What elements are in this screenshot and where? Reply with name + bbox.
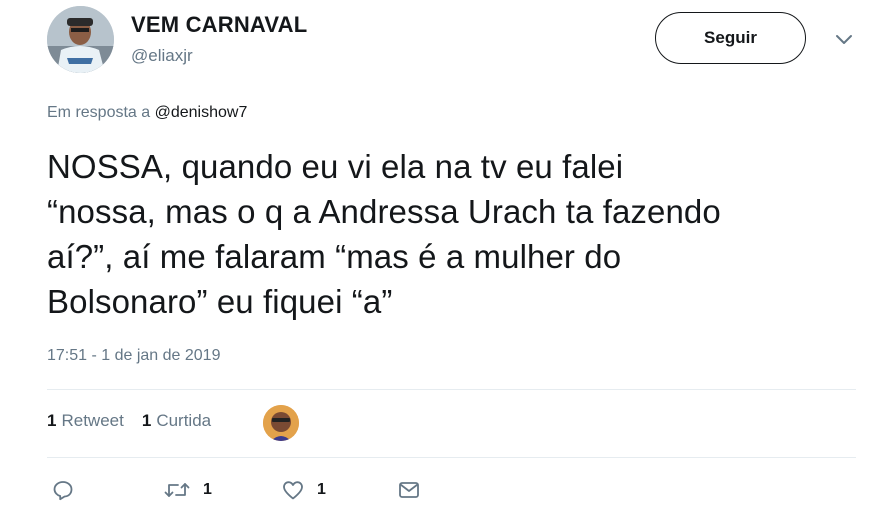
likes-stat[interactable]: 1 Curtida [142,411,211,431]
liker-avatar[interactable] [263,405,299,441]
author-avatar[interactable] [47,6,114,73]
tweet-text-line: aí?”, aí me falaram “mas é a mulher do [47,238,622,275]
tweet-text-line: NOSSA, quando eu vi ela na tv eu falei [47,148,624,185]
author-avatar-image [47,6,114,73]
heart-icon [281,478,305,502]
direct-message-button[interactable] [397,478,421,502]
tweet-actions: 1 1 [47,478,447,504]
retweet-icon [163,478,191,502]
reply-button[interactable] [51,478,75,502]
divider [47,389,856,390]
likes-count: 1 [141,411,152,430]
tweet-text-line: Bolsonaro” eu fiquei “a” [47,283,393,320]
like-button[interactable]: 1 [281,478,326,502]
author-handle[interactable]: @eliaxjr [131,46,193,66]
tweet-text: NOSSA, quando eu vi ela na tv eu falei “… [47,144,857,324]
likes-label: Curtida [156,411,212,430]
follow-button[interactable]: Seguir [655,12,806,64]
envelope-icon [397,478,421,502]
retweet-button[interactable]: 1 [163,478,212,502]
chevron-down-icon[interactable] [833,31,855,47]
like-count: 1 [317,481,326,498]
reply-icon [51,478,75,502]
retweets-label: Retweet [61,411,124,430]
retweets-stat[interactable]: 1 Retweet [47,411,124,431]
reply-context: Em resposta a @denishow7 [47,104,247,122]
tweet-timestamp[interactable]: 17:51 - 1 de jan de 2019 [47,347,220,365]
reply-context-prefix: Em resposta a [47,104,151,121]
author-display-name[interactable]: VEM CARNAVAL [131,12,307,38]
tweet-stats: 1 Retweet 1 Curtida [47,411,229,431]
liker-avatar-image [263,405,299,441]
retweets-count: 1 [47,411,57,430]
reply-mention-link[interactable]: @denishow7 [155,104,248,121]
retweet-count: 1 [203,481,212,498]
tweet-text-line: “nossa, mas o q a Andressa Urach ta faze… [47,193,721,230]
divider [47,457,856,458]
